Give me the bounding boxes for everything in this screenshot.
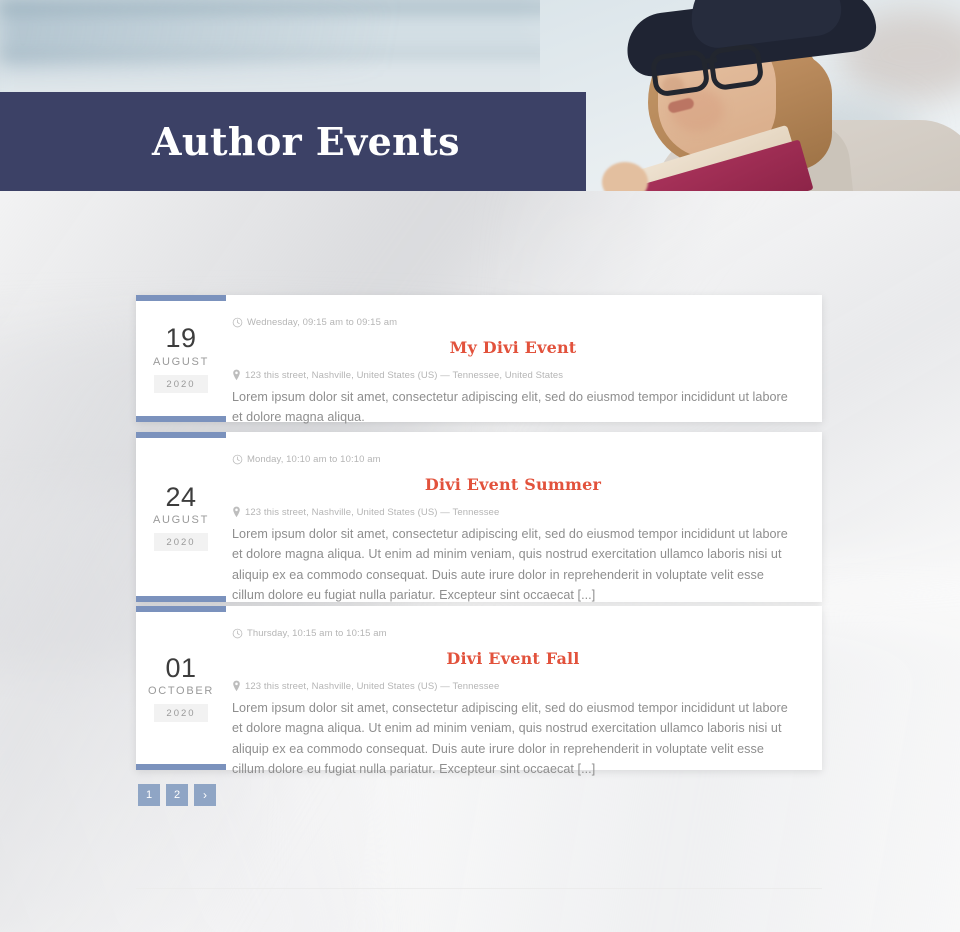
event-title[interactable]: Divi Event Fall — [232, 649, 794, 668]
event-year: 2020 — [154, 704, 208, 723]
event-year: 2020 — [154, 533, 208, 552]
event-year: 2020 — [154, 374, 208, 393]
map-pin-icon — [232, 506, 241, 518]
event-time: Wednesday, 09:15 am to 09:15 am — [247, 317, 398, 328]
clock-icon — [232, 454, 243, 465]
events-page: Author Events 19 AUGUST 2020 Wednesday, … — [0, 0, 960, 932]
pagination-page-1[interactable]: 1 — [138, 784, 160, 806]
event-day: 19 — [165, 323, 197, 354]
event-location: 123 this street, Nashville, United State… — [245, 369, 564, 381]
event-details: Thursday, 10:15 am to 10:15 am Divi Even… — [226, 606, 822, 776]
event-time-row: Thursday, 10:15 am to 10:15 am — [232, 628, 794, 639]
event-excerpt: Lorem ipsum dolor sit amet, consectetur … — [232, 527, 788, 603]
event-card[interactable]: 24 AUGUST 2020 Monday, 10:10 am to 10:10… — [136, 432, 822, 602]
map-pin-icon — [232, 369, 241, 381]
footer-divider — [136, 888, 822, 889]
event-date-block: 01 OCTOBER 2020 — [136, 606, 226, 770]
event-time-row: Monday, 10:10 am to 10:10 am — [232, 454, 794, 465]
clock-icon — [232, 628, 243, 639]
event-excerpt: Lorem ipsum dolor sit amet, consectetur … — [232, 390, 788, 425]
events-content: 19 AUGUST 2020 Wednesday, 09:15 am to 09… — [0, 0, 960, 932]
event-location: 123 this street, Nashville, United State… — [245, 506, 500, 518]
event-date-block: 19 AUGUST 2020 — [136, 295, 226, 422]
event-time: Monday, 10:10 am to 10:10 am — [247, 454, 381, 465]
event-date-block: 24 AUGUST 2020 — [136, 432, 226, 602]
pagination: 1 2 › — [138, 784, 216, 806]
event-time-row: Wednesday, 09:15 am to 09:15 am — [232, 317, 794, 328]
event-month: AUGUST — [152, 355, 210, 368]
event-card[interactable]: 19 AUGUST 2020 Wednesday, 09:15 am to 09… — [136, 295, 822, 424]
event-card[interactable]: 01 OCTOBER 2020 Thursday, 10:15 am to 10… — [136, 606, 822, 776]
clock-icon — [232, 317, 243, 328]
event-details: Wednesday, 09:15 am to 09:15 am My Divi … — [226, 295, 822, 424]
pagination-page-2[interactable]: 2 — [166, 784, 188, 806]
event-location-row: 123 this street, Nashville, United State… — [232, 506, 794, 518]
pagination-next-button[interactable]: › — [194, 784, 216, 806]
event-details: Monday, 10:10 am to 10:10 am Divi Event … — [226, 432, 822, 602]
map-pin-icon — [232, 680, 241, 692]
event-location: 123 this street, Nashville, United State… — [245, 680, 500, 692]
event-location-row: 123 this street, Nashville, United State… — [232, 680, 794, 692]
event-day: 24 — [165, 481, 197, 512]
event-month: AUGUST — [152, 514, 210, 527]
event-day: 01 — [165, 652, 197, 683]
event-title[interactable]: My Divi Event — [232, 338, 794, 357]
event-time: Thursday, 10:15 am to 10:15 am — [247, 628, 387, 639]
event-title[interactable]: Divi Event Summer — [232, 475, 794, 494]
event-excerpt: Lorem ipsum dolor sit amet, consectetur … — [232, 701, 788, 777]
event-month: OCTOBER — [147, 685, 215, 698]
event-location-row: 123 this street, Nashville, United State… — [232, 369, 794, 381]
